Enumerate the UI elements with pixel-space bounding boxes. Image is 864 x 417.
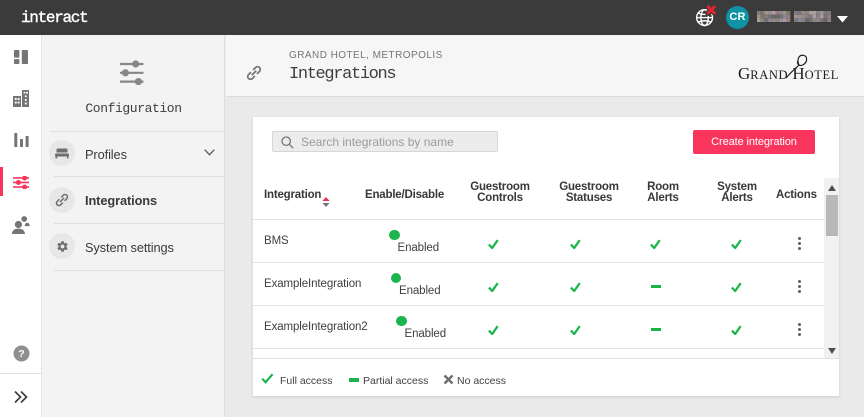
svg-text:?: ? xyxy=(18,348,24,360)
